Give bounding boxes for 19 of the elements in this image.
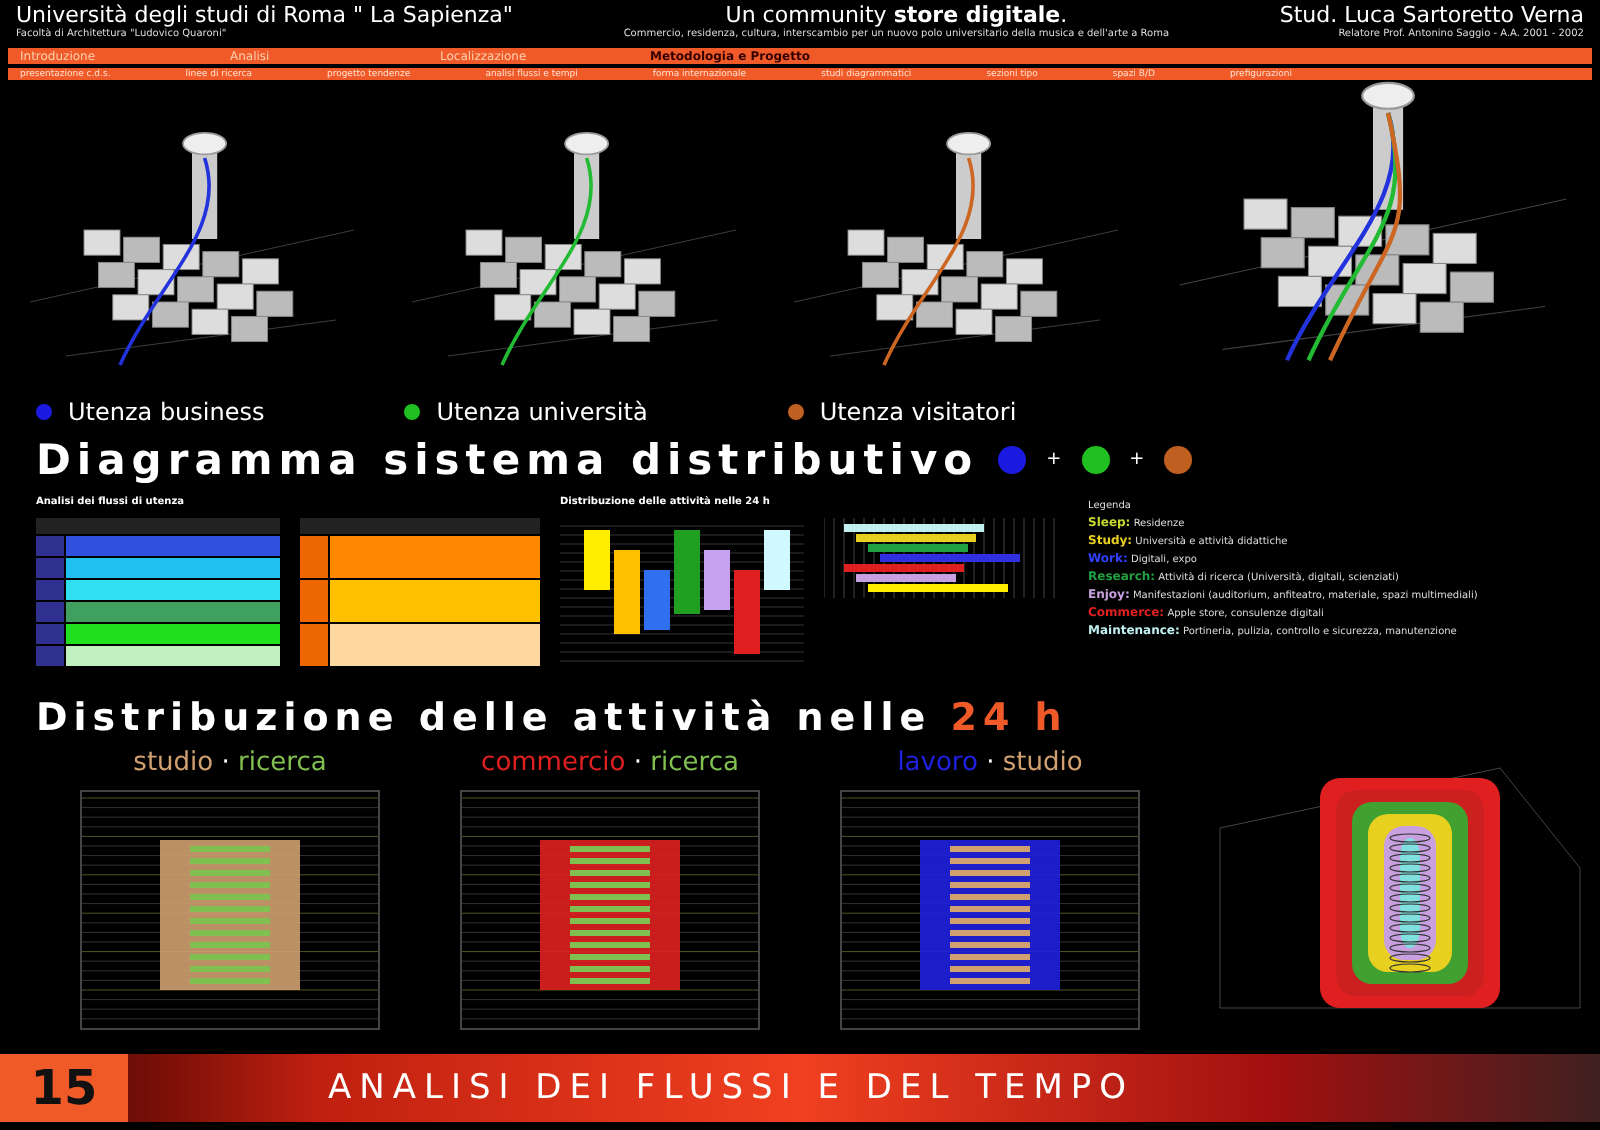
stripe-group <box>190 846 270 984</box>
plus-sign: + <box>1129 450 1145 470</box>
section-title: Distribuzione delle attività nelle 24 h <box>36 696 1068 740</box>
footer-title: ANALISI DEI FLUSSI E DEL TEMPO <box>328 1068 1135 1108</box>
section-title: Diagramma sistema distributivo <box>36 436 979 484</box>
coil-group <box>1389 833 1431 973</box>
project-title: Un community store digitale. <box>725 4 1068 28</box>
chart-title: lavoro · studio <box>897 748 1083 778</box>
page-number: 15 <box>0 1054 128 1122</box>
chart-title: commercio · ricerca <box>481 748 739 778</box>
user-type-label: Utenza università <box>436 398 648 426</box>
plus-sign: + <box>1046 450 1062 470</box>
stripe-group <box>570 846 650 984</box>
user-type-label: Utenza visitatori <box>819 398 1017 426</box>
student-name: Stud. Luca Sartoretto Verna <box>1279 4 1584 28</box>
user-type-label: Utenza business <box>68 398 265 426</box>
university-name: Università degli studi di Roma " La Sapienza" <box>16 4 513 28</box>
chart-title: studio · ricerca <box>133 748 327 778</box>
stripe-group <box>950 846 1030 984</box>
